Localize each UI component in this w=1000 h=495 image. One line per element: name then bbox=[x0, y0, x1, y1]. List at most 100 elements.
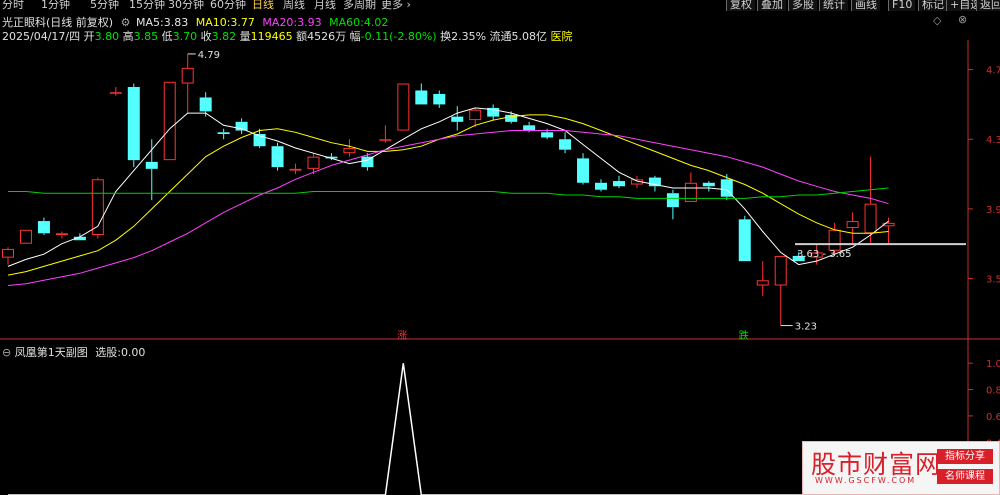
watermark-tag-share: 指标分享 bbox=[937, 449, 993, 464]
chart-canvas[interactable]: 4.74.33.93.51.00.80.60.44.793.233.63 - 3… bbox=[0, 0, 1000, 495]
candle-body bbox=[595, 182, 608, 190]
period-toolbar: 分时 1分钟 5分钟 15分钟 30分钟 60分钟 日线 周线 月线 多周期 更多 › 复权 叠加 多股统… bbox=[0, 0, 1000, 11]
candle-body bbox=[774, 255, 787, 286]
toolbar-button-1[interactable]: 叠加 bbox=[757, 0, 786, 11]
price-tick-label: 4.3 bbox=[986, 135, 1000, 146]
low-marker-label: 3.23 bbox=[795, 322, 817, 333]
period-tab-1[interactable]: 1分钟 bbox=[41, 0, 70, 11]
candle-body bbox=[109, 92, 122, 94]
ma-line-ma10 bbox=[7, 114, 889, 276]
period-tab-2[interactable]: 5分钟 bbox=[90, 0, 119, 11]
candle-body bbox=[397, 83, 410, 131]
toolbar-button-0[interactable]: 复权 bbox=[726, 0, 755, 11]
volume-label: 量 bbox=[239, 30, 251, 43]
candle-body bbox=[702, 182, 715, 187]
float-value: 5.08亿 bbox=[511, 30, 548, 43]
candle-body bbox=[37, 221, 50, 234]
collapse-icon[interactable]: ⊖ bbox=[2, 346, 11, 359]
candle-body bbox=[271, 146, 284, 168]
signal-value: 0.00 bbox=[120, 346, 146, 359]
watermark-url: WWW.GSCFW.COM bbox=[815, 476, 917, 485]
candle-body bbox=[307, 156, 320, 169]
candle-body bbox=[199, 97, 212, 112]
candle-body bbox=[846, 221, 859, 229]
period-tab-0[interactable]: 分时 bbox=[2, 0, 24, 11]
float-label: 流通 bbox=[489, 30, 512, 43]
quote-date: 2025/04/17/四 bbox=[2, 30, 81, 43]
low-value: 3.70 bbox=[172, 30, 198, 43]
period-tab-7[interactable]: 周线 bbox=[283, 0, 305, 11]
indicator-signal-line bbox=[8, 363, 889, 495]
high-label: 高 bbox=[122, 30, 134, 43]
candle-body bbox=[343, 147, 356, 154]
candle-body bbox=[828, 229, 841, 251]
amount-value: 4526万 bbox=[307, 30, 347, 43]
price-tick-label: 4.7 bbox=[986, 66, 1000, 77]
candle-body bbox=[289, 168, 302, 171]
turnover-label: 换 bbox=[440, 30, 452, 43]
candle-body bbox=[559, 139, 572, 150]
candle-body bbox=[145, 161, 158, 169]
circle-close-icon[interactable]: ⊗ bbox=[958, 13, 967, 26]
high-marker-label: 4.79 bbox=[198, 50, 220, 61]
candle-body bbox=[541, 132, 554, 138]
open-value: 3.80 bbox=[94, 30, 120, 43]
candle-body bbox=[756, 280, 769, 286]
candle-body bbox=[379, 139, 392, 141]
period-tab-8[interactable]: 月线 bbox=[314, 0, 336, 11]
candle-body bbox=[864, 203, 877, 234]
ma-line-ma5 bbox=[7, 107, 889, 267]
period-tab-5[interactable]: 60分钟 bbox=[210, 0, 246, 11]
industry-tag[interactable]: 医院 bbox=[551, 30, 573, 43]
period-tab-4[interactable]: 30分钟 bbox=[168, 0, 204, 11]
toolbar-button-4[interactable]: 画线 bbox=[851, 0, 880, 11]
turnover-value: 2.35% bbox=[451, 30, 487, 43]
diamond-icon[interactable]: ◇ bbox=[933, 14, 941, 27]
candle-body bbox=[217, 132, 230, 135]
ma-line-ma20 bbox=[7, 130, 889, 286]
candle-body bbox=[577, 158, 590, 183]
period-tab-10[interactable]: 更多 › bbox=[381, 0, 411, 11]
watermark-tag-course: 名师课程 bbox=[937, 469, 993, 484]
signal-label: 选股: bbox=[95, 346, 121, 359]
candle-body bbox=[666, 193, 679, 208]
toolbar-button-5[interactable]: F10 bbox=[888, 0, 916, 11]
high-value: 3.85 bbox=[133, 30, 159, 43]
toolbar-button-2[interactable]: 多股 bbox=[788, 0, 817, 11]
indicator-info: ⊖ 凤凰第1天副图 选股:0.00 bbox=[2, 344, 145, 360]
watermark: 股市财富网 WWW.GSCFW.COM 指标分享 名师课程 bbox=[802, 441, 1000, 495]
period-tab-9[interactable]: 多周期 bbox=[343, 0, 376, 11]
toolbar-button-3[interactable]: 统计 bbox=[819, 0, 848, 11]
candle-body bbox=[451, 116, 464, 122]
candle-body bbox=[469, 109, 482, 121]
volume-value: 119465 bbox=[250, 30, 293, 43]
candle-body bbox=[415, 90, 428, 105]
indicator-tick-label: 0.6 bbox=[986, 412, 1000, 423]
candle-body bbox=[127, 87, 140, 161]
toolbar-button-6[interactable]: 标记 bbox=[918, 0, 947, 11]
candle-body bbox=[738, 219, 751, 262]
close-value: 3.82 bbox=[211, 30, 237, 43]
down-signal-tag: 跌 bbox=[739, 329, 749, 342]
amount-label: 额 bbox=[296, 30, 308, 43]
close-label: 收 bbox=[200, 30, 212, 43]
ma-line-ma60 bbox=[8, 187, 889, 199]
candle-body bbox=[612, 181, 625, 187]
open-label: 开 bbox=[83, 30, 95, 43]
low-label: 低 bbox=[161, 30, 173, 43]
price-tick-label: 3.9 bbox=[986, 205, 1000, 216]
candle-body bbox=[55, 233, 68, 236]
candle-body bbox=[433, 93, 446, 105]
candle-body bbox=[2, 248, 14, 258]
change-label: 幅 bbox=[349, 30, 361, 43]
period-tab-3[interactable]: 15分钟 bbox=[129, 0, 165, 11]
change-value: -0.11(-2.80%) bbox=[360, 30, 437, 43]
candle-body bbox=[181, 67, 194, 84]
toolbar-button-8[interactable]: 返回 bbox=[976, 0, 1000, 11]
period-tab-6[interactable]: 日线 bbox=[252, 0, 274, 11]
candle-body bbox=[19, 229, 32, 244]
up-signal-tag: 涨 bbox=[397, 330, 407, 342]
candle-body bbox=[523, 125, 536, 131]
indicator-tick-label: 0.8 bbox=[986, 386, 1000, 397]
indicator-title: 凤凰第1天副图 bbox=[14, 346, 88, 359]
